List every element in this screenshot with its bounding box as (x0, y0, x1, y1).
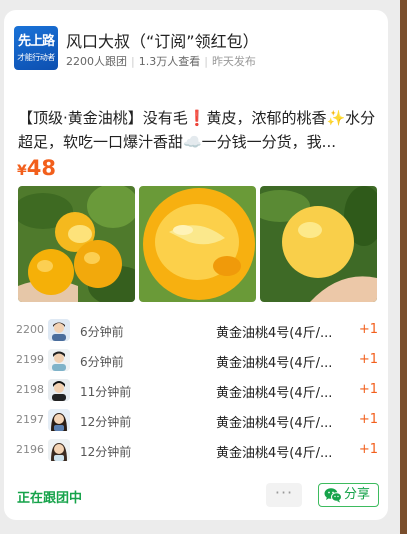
order-time: 12分钟前 (80, 445, 132, 459)
order-row[interactable]: 2197 12分钟前 黄金油桃4号(4斤/... +1 (14, 407, 382, 437)
buyer-avatar (48, 319, 70, 341)
more-button[interactable]: ··· (266, 483, 302, 507)
order-time: 6分钟前 (80, 325, 124, 339)
group-status: 正在跟团中 (17, 491, 83, 506)
order-row[interactable]: 2200 6分钟前 黄金油桃4号(4斤/... +1 (14, 317, 382, 347)
price-value: 48 (26, 156, 56, 180)
order-quantity: +1 (358, 442, 378, 457)
seller-avatar[interactable]: 先上路 才能行动者 (14, 26, 58, 70)
order-row[interactable]: 2198 11分钟前 黄金油桃4号(4斤/... +1 (14, 377, 382, 407)
order-product: 黄金油桃4号(4斤/... (216, 386, 333, 401)
buyer-avatar (48, 379, 70, 401)
order-time: 6分钟前 (80, 355, 124, 369)
product-photo-2[interactable] (139, 186, 256, 302)
window-edge (400, 0, 407, 534)
product-photo-3[interactable] (260, 186, 377, 302)
order-row[interactable]: 2199 6分钟前 黄金油桃4号(4斤/... +1 (14, 347, 382, 377)
post-meta: 2200人跟团 | 1.3万人查看 | 昨天发布 (66, 55, 256, 68)
order-time: 11分钟前 (80, 385, 132, 399)
order-product: 黄金油桃4号(4斤/... (216, 326, 333, 341)
post-time: 昨天发布 (211, 55, 256, 68)
buyer-avatar (48, 409, 70, 431)
order-number: 2198 (16, 383, 44, 396)
order-product: 黄金油桃4号(4斤/... (216, 446, 333, 461)
order-number: 2199 (16, 353, 44, 366)
avatar-text-line1: 先上路 (17, 34, 55, 49)
order-row[interactable]: 2196 12分钟前 黄金油桃4号(4斤/... +1 (14, 437, 382, 467)
order-quantity: +1 (358, 352, 378, 367)
follower-count: 2200人跟团 (66, 55, 127, 68)
post-header: 先上路 才能行动者 风口大叔（“订阅”领红包） 2200人跟团 | 1.3万人查看 |… (14, 26, 374, 72)
order-list: 2200 6分钟前 黄金油桃4号(4斤/... +1 2199 6分钟前 黄金油… (14, 317, 382, 467)
order-product: 黄金油桃4号(4斤/... (216, 356, 333, 371)
order-quantity: +1 (358, 412, 378, 427)
buyer-avatar (48, 349, 70, 371)
post-description[interactable]: 【顶级·黄金油桃】没有毛❗黄皮，浓郁的桃香✨水分超足，软吃一口爆汁香甜☁️一分钱… (18, 106, 378, 154)
view-count: 1.3万人查看 (138, 55, 201, 68)
group-buy-card[interactable]: 先上路 才能行动者 风口大叔（“订阅”领红包） 2200人跟团 | 1.3万人查看 |… (4, 10, 388, 520)
avatar-text-line2: 才能行动者 (17, 53, 55, 62)
share-label: 分享 (344, 487, 371, 502)
product-photos (18, 186, 378, 302)
order-number: 2196 (16, 443, 44, 456)
seller-name[interactable]: 风口大叔（“订阅”领红包） (66, 28, 259, 52)
order-number: 2197 (16, 413, 44, 426)
order-number: 2200 (16, 323, 44, 336)
order-product: 黄金油桃4号(4斤/... (216, 416, 333, 431)
product-photo-1[interactable] (18, 186, 135, 302)
order-time: 12分钟前 (80, 415, 132, 429)
wechat-icon (324, 487, 342, 511)
price: ¥48 (17, 156, 56, 180)
share-button[interactable]: 分享 (318, 483, 379, 507)
buyer-avatar (48, 439, 70, 461)
order-quantity: +1 (358, 322, 378, 337)
order-quantity: +1 (358, 382, 378, 397)
currency-symbol: ¥ (17, 163, 27, 179)
